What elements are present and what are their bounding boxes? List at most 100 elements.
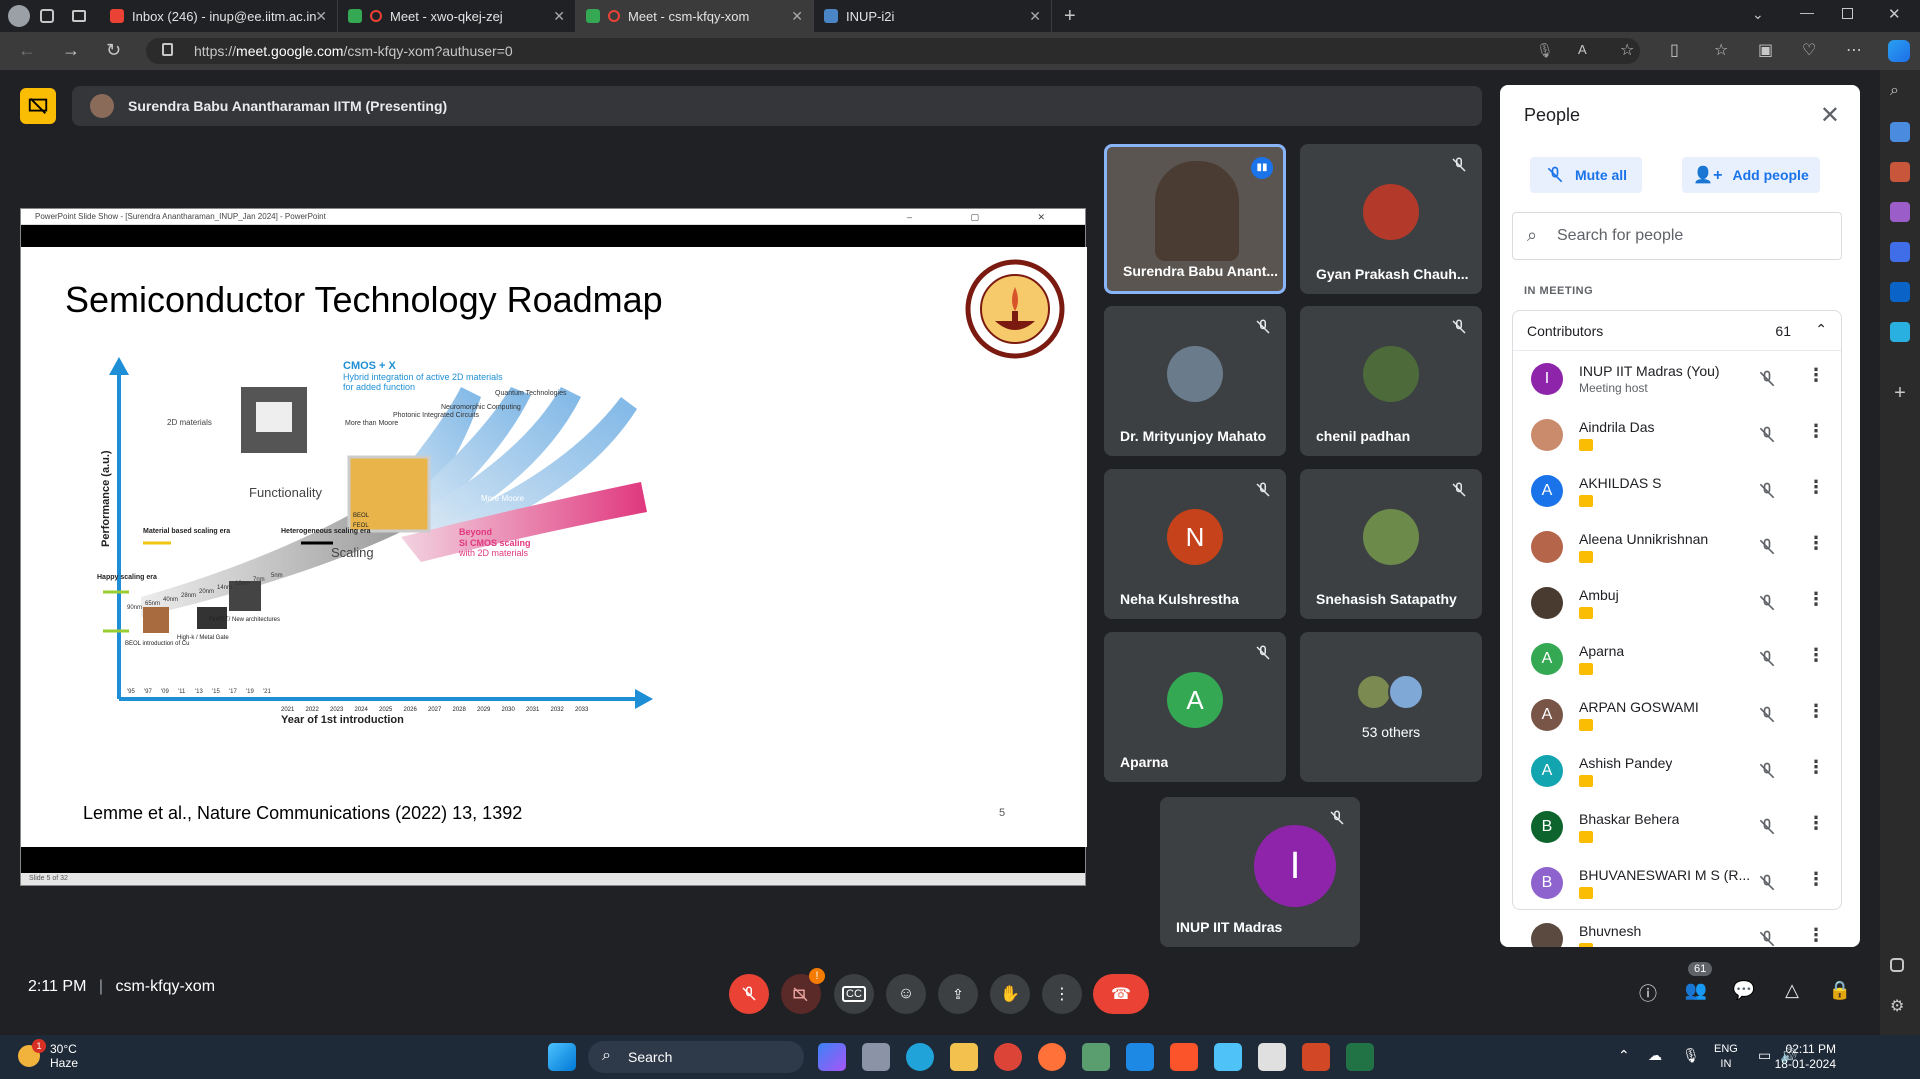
- contributors-header[interactable]: Contributors 61 ⌃: [1513, 311, 1841, 351]
- mute-all-button[interactable]: Mute all: [1530, 157, 1642, 193]
- add-people-button[interactable]: 👤+ Add people: [1682, 157, 1820, 193]
- tab-inbox[interactable]: Inbox (246) - inup@ee.iitm.ac.in ✕: [100, 0, 338, 32]
- more-vert-icon[interactable]: ⋮: [1807, 365, 1825, 386]
- forward-icon[interactable]: →: [62, 40, 80, 61]
- close-icon[interactable]: ✕: [1029, 8, 1041, 25]
- participant-row[interactable]: Bhuvnesh ⋮: [1513, 911, 1841, 947]
- favorites-icon[interactable]: ☆: [1714, 40, 1728, 60]
- tile-aparna[interactable]: A Aparna: [1104, 632, 1286, 782]
- mic-off-icon[interactable]: [1757, 705, 1777, 725]
- snipping-tool-icon[interactable]: [1082, 1043, 1110, 1071]
- back-icon[interactable]: ←: [18, 40, 36, 61]
- mic-off-icon[interactable]: [1757, 929, 1777, 947]
- participant-row[interactable]: A ARPAN GOSWAMI ⋮: [1513, 687, 1841, 743]
- mic-off-icon[interactable]: [1757, 761, 1777, 781]
- people-icon[interactable]: 👥: [1684, 980, 1708, 1004]
- more-vert-icon[interactable]: ⋮: [1807, 589, 1825, 610]
- powerpoint-icon[interactable]: [1302, 1043, 1330, 1071]
- close-icon[interactable]: ✕: [315, 8, 327, 25]
- more-options-button[interactable]: ⋮: [1042, 974, 1082, 1014]
- participant-row[interactable]: I INUP IIT Madras (You) Meeting host ⋮: [1513, 351, 1841, 407]
- close-icon[interactable]: ✕: [553, 8, 565, 25]
- tools-icon[interactable]: [1890, 162, 1910, 182]
- outlook-icon[interactable]: [1890, 282, 1910, 302]
- weather-widget[interactable]: 30°C Haze: [50, 1042, 78, 1070]
- games-icon[interactable]: [1890, 202, 1910, 222]
- add-icon[interactable]: +: [1890, 382, 1910, 404]
- more-vert-icon[interactable]: ⋮: [1807, 925, 1825, 946]
- tile-snehasish[interactable]: Snehasish Satapathy: [1300, 469, 1482, 619]
- mic-off-icon[interactable]: [1757, 481, 1777, 501]
- tile-others[interactable]: 53 others: [1300, 632, 1482, 782]
- close-icon[interactable]: ✕: [1820, 101, 1840, 130]
- info-icon[interactable]: ⓘ: [1636, 980, 1660, 1004]
- participant-row[interactable]: A Ashish Pandey ⋮: [1513, 743, 1841, 799]
- close-icon[interactable]: ✕: [791, 8, 803, 25]
- tray-mic-icon[interactable]: 🎙: [1682, 1047, 1700, 1064]
- new-tab-icon[interactable]: +: [1064, 5, 1076, 28]
- edge-icon[interactable]: [906, 1043, 934, 1071]
- tile-neha[interactable]: N Neha Kulshrestha: [1104, 469, 1286, 619]
- mic-off-icon[interactable]: [1757, 873, 1777, 893]
- raise-hand-button[interactable]: ✋: [990, 974, 1030, 1014]
- drop-icon[interactable]: [1890, 322, 1910, 342]
- shopping-icon[interactable]: [1890, 122, 1910, 142]
- minimize-icon[interactable]: —: [1800, 4, 1814, 20]
- more-vert-icon[interactable]: ⋮: [1807, 701, 1825, 722]
- mic-off-icon[interactable]: [1757, 537, 1777, 557]
- more-vert-icon[interactable]: ⋮: [1807, 645, 1825, 666]
- start-icon[interactable]: [548, 1043, 576, 1071]
- read-aloud-icon[interactable]: A: [1578, 42, 1587, 57]
- mic-off-icon[interactable]: [1757, 817, 1777, 837]
- mic-icon[interactable]: 🎙: [1536, 42, 1554, 59]
- captions-button[interactable]: CC: [834, 974, 874, 1014]
- mic-off-icon[interactable]: [1757, 369, 1777, 389]
- more-vert-icon[interactable]: ⋮: [1807, 533, 1825, 554]
- collections-icon[interactable]: ▣: [1758, 40, 1773, 60]
- more-vert-icon[interactable]: ⋮: [1807, 869, 1825, 890]
- more-vert-icon[interactable]: ⋮: [1807, 421, 1825, 442]
- mic-off-icon[interactable]: [1757, 425, 1777, 445]
- participant-row[interactable]: B Bhaskar Behera ⋮: [1513, 799, 1841, 855]
- reactions-button[interactable]: ☺: [886, 974, 926, 1014]
- favorite-icon[interactable]: ☆: [1620, 40, 1634, 60]
- people-search-input[interactable]: ⌕ Search for people: [1512, 212, 1842, 260]
- tile-inup[interactable]: I INUP IIT Madras: [1160, 797, 1360, 947]
- participant-row[interactable]: B BHUVANESWARI M S (R... ⋮: [1513, 855, 1841, 911]
- restore-icon[interactable]: [1842, 8, 1853, 19]
- firefox-icon[interactable]: [1038, 1043, 1066, 1071]
- activities-icon[interactable]: △: [1780, 980, 1804, 1004]
- vscode-icon[interactable]: [1126, 1043, 1154, 1071]
- copilot-side-icon[interactable]: [1890, 242, 1910, 262]
- file-explorer-icon[interactable]: [950, 1043, 978, 1071]
- settings-icon[interactable]: ⚙: [1890, 996, 1910, 1016]
- copilot-icon[interactable]: [1888, 40, 1910, 62]
- more-vert-icon[interactable]: ⋮: [1807, 477, 1825, 498]
- copilot-taskbar-icon[interactable]: [818, 1043, 846, 1071]
- mic-button[interactable]: [729, 974, 769, 1014]
- settings-more-icon[interactable]: ⋯: [1846, 40, 1862, 60]
- search-icon[interactable]: ⌕: [1890, 82, 1910, 102]
- chrome-icon[interactable]: [994, 1043, 1022, 1071]
- tray-chevron-icon[interactable]: ⌃: [1618, 1047, 1630, 1064]
- tab-inup[interactable]: INUP-i2i ✕: [814, 0, 1052, 32]
- tile-gyan[interactable]: Gyan Prakash Chauh...: [1300, 144, 1482, 294]
- workspaces-icon[interactable]: [40, 9, 54, 23]
- more-vert-icon[interactable]: ⋮: [1807, 813, 1825, 834]
- screen-share-app-icon[interactable]: [1258, 1043, 1286, 1071]
- system-clock[interactable]: 02:11 PM 18-01-2024: [1722, 1042, 1836, 1072]
- mic-off-icon[interactable]: [1757, 649, 1777, 669]
- tab-list-icon[interactable]: ⌄: [1752, 6, 1764, 23]
- browser-essentials-icon[interactable]: ♡: [1802, 40, 1816, 60]
- taskview-icon[interactable]: [862, 1043, 890, 1071]
- tab-meet-xwo[interactable]: Meet - xwo-qkej-zej ✕: [338, 0, 576, 32]
- sidebar-toggle-icon[interactable]: [1890, 958, 1904, 972]
- participant-row[interactable]: Aindrila Das ⋮: [1513, 407, 1841, 463]
- url-field[interactable]: https://meet.google.com/csm-kfqy-xom?aut…: [146, 38, 1640, 64]
- presentation-icon[interactable]: [20, 88, 56, 124]
- tile-mrityunjoy[interactable]: Dr. Mrityunjoy Mahato: [1104, 306, 1286, 456]
- tile-chenil[interactable]: chenil padhan: [1300, 306, 1482, 456]
- taskbar-search[interactable]: ⌕ Search: [588, 1041, 804, 1073]
- chat-icon[interactable]: 💬: [1732, 980, 1756, 1004]
- notepad-icon[interactable]: [1214, 1043, 1242, 1071]
